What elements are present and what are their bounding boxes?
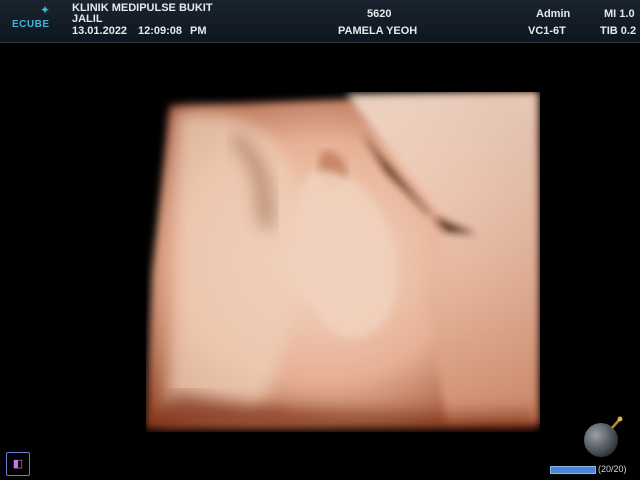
- probe-name: VC1-6T: [528, 25, 566, 37]
- thermal-index-bone: TIB 0.2: [600, 25, 637, 37]
- cine-progress-bar[interactable]: [550, 466, 596, 474]
- 3d-fetal-render-image: [146, 92, 538, 428]
- ecube-logo: ✦ ECUBE: [12, 3, 66, 39]
- cine-frame-counter: (20/20): [598, 464, 627, 474]
- patient-name: PAMELA YEOH: [338, 25, 418, 37]
- depth-indicator-ball-icon: [584, 416, 623, 457]
- mechanical-index: MI 1.0: [604, 8, 635, 20]
- logo-text: ECUBE: [12, 19, 50, 30]
- logo-mark-icon: ✦: [40, 3, 51, 17]
- patient-id: 5620: [367, 8, 392, 20]
- exam-date: 13.01.2022: [72, 25, 128, 37]
- exam-time: 12:09:08: [138, 25, 183, 37]
- exam-time-ampm: PM: [190, 25, 207, 37]
- volume-mode-icon[interactable]: ◧: [6, 452, 30, 476]
- clinic-name-line2: JALIL: [72, 13, 103, 25]
- top-info-bar: ✦ ECUBE KLINIK MEDIPULSE BUKIT JALIL 13.…: [0, 0, 640, 43]
- operator-user: Admin: [536, 8, 571, 20]
